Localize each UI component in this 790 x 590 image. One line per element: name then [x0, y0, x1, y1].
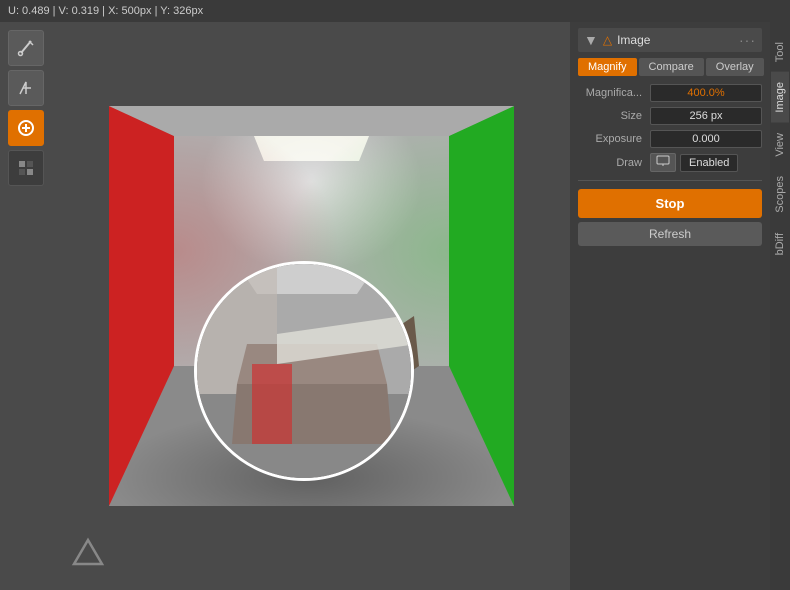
exposure-value[interactable]: 0.000 — [650, 130, 762, 148]
side-tab-scopes[interactable]: Scopes — [771, 166, 789, 223]
side-tabs: Tool Image View Scopes bDiff — [770, 22, 790, 590]
size-row: Size 256 px — [578, 107, 762, 125]
stop-button[interactable]: Stop — [578, 189, 762, 218]
side-tab-view[interactable]: View — [771, 123, 789, 167]
section-title-label: Image — [617, 33, 650, 47]
status-bar: U: 0.489 | V: 0.319 | X: 500px | Y: 326p… — [0, 0, 790, 22]
blender-logo — [68, 534, 108, 574]
image-tabs: Magnify Compare Overlay — [578, 58, 762, 76]
size-value[interactable]: 256 px — [650, 107, 762, 125]
draw-monitor-icon[interactable] — [650, 153, 676, 172]
section-expand-icon[interactable]: ▼ — [584, 32, 598, 48]
checker-tool[interactable] — [8, 150, 44, 186]
eyedropper-tool[interactable] — [8, 30, 44, 66]
panel-content: ▼ △ Image ··· Magnify Compare Overlay Ma… — [570, 22, 790, 590]
size-label: Size — [578, 110, 650, 122]
divider — [578, 180, 762, 181]
section-triangle-icon: △ — [603, 33, 612, 47]
side-tab-bdiff[interactable]: bDiff — [771, 223, 789, 265]
coordinates-display: U: 0.489 | V: 0.319 | X: 500px | Y: 326p… — [8, 5, 203, 17]
left-toolbar — [0, 22, 52, 590]
side-tab-tool[interactable]: Tool — [771, 32, 789, 72]
draw-controls: Enabled — [650, 153, 762, 172]
section-title-group: ▼ △ Image — [584, 32, 650, 48]
render-canvas[interactable] — [109, 106, 514, 506]
tab-compare[interactable]: Compare — [639, 58, 704, 76]
side-tab-image[interactable]: Image — [771, 72, 789, 123]
refresh-button[interactable]: Refresh — [578, 222, 762, 246]
image-section-header: ▼ △ Image ··· — [578, 28, 762, 52]
magnify-tool[interactable] — [8, 110, 44, 146]
draw-label: Draw — [578, 157, 650, 169]
magnify-overlay — [194, 261, 414, 481]
magnification-row: Magnifica... 400.0% — [578, 84, 762, 102]
magnification-value[interactable]: 400.0% — [650, 84, 762, 102]
right-panel: ▼ △ Image ··· Magnify Compare Overlay Ma… — [570, 22, 790, 590]
section-options-dots[interactable]: ··· — [739, 32, 756, 48]
tab-magnify[interactable]: Magnify — [578, 58, 637, 76]
draw-enabled-value[interactable]: Enabled — [680, 154, 738, 172]
exposure-label: Exposure — [578, 133, 650, 145]
main-render-area — [52, 22, 570, 590]
exposure-row: Exposure 0.000 — [578, 130, 762, 148]
draw-row: Draw Enabled — [578, 153, 762, 172]
sample-tool[interactable] — [8, 70, 44, 106]
magnification-label: Magnifica... — [578, 87, 650, 99]
tab-overlay[interactable]: Overlay — [706, 58, 764, 76]
